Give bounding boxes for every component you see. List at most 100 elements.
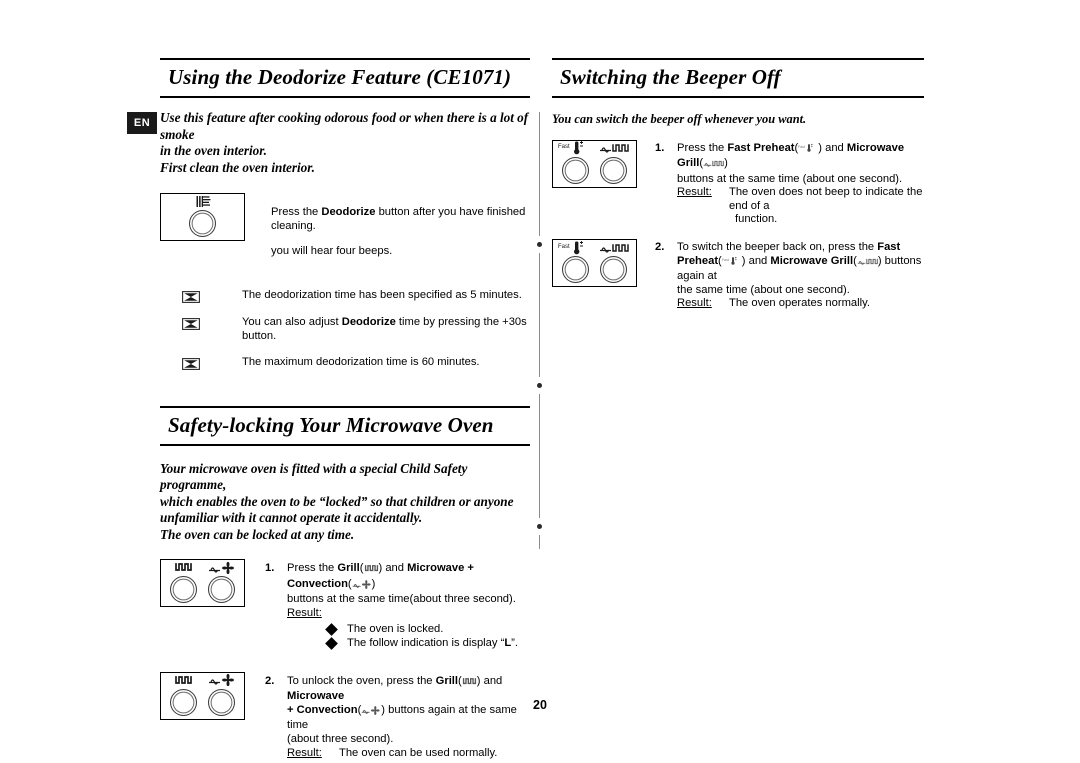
deodorize-intro: Use this feature after cooking odorous f… xyxy=(160,110,530,176)
step-line-1: To switch the beeper back on, press the … xyxy=(677,241,924,255)
deodorize-dial[interactable] xyxy=(189,210,216,237)
fast-preheat-icon: Fast xyxy=(798,143,818,158)
section-heading-beeper: Switching the Beeper Off xyxy=(552,58,924,98)
intro-line: Use this feature after cooking odorous f… xyxy=(160,110,529,142)
microwave-convection-icon xyxy=(208,560,236,575)
grill-dial[interactable] xyxy=(169,576,197,604)
instruction-line-2: you will hear four beeps. xyxy=(271,244,393,257)
bullet-pre: The follow indication is display “ xyxy=(347,636,505,649)
text-pre: Press the xyxy=(677,141,728,154)
text-mid: ) and xyxy=(818,141,847,154)
microwave-grill-icon xyxy=(857,257,878,271)
fast-preheat-dial[interactable] xyxy=(561,256,589,284)
step-text: 2. To unlock the oven, press the Grill()… xyxy=(257,672,530,761)
result-label-text: Result: xyxy=(287,607,322,619)
result-label-text: Result: xyxy=(677,297,712,310)
text-mid: ) and xyxy=(476,674,503,687)
diamond-bullet-icon xyxy=(325,636,338,650)
section-title: Safety-locking Your Microwave Oven xyxy=(168,412,494,437)
result-line: Result: The oven does not beep to indicat… xyxy=(677,186,924,213)
diamond-bullet-icon xyxy=(325,622,338,636)
manual-page: EN Using the Deodorize Feature (CE1071) … xyxy=(0,0,1080,763)
bullet-text: The follow indication is display “L”. xyxy=(347,636,518,650)
note-text: The maximum deodorization time is 60 min… xyxy=(200,356,480,370)
intro-line: First clean the oven interior. xyxy=(160,159,315,175)
intro-line: in the oven interior. xyxy=(160,143,267,158)
text-pre: Press the xyxy=(287,562,338,575)
note-rect-icon xyxy=(182,317,200,330)
text-mid: ) xyxy=(724,157,728,170)
note-pre: The deodorization time has been specifie… xyxy=(242,289,522,302)
text-mid: ) xyxy=(371,577,376,590)
intro-line: unfamiliar with it cannot operate it acc… xyxy=(160,510,423,526)
text-bold: Microwave Grill xyxy=(770,254,854,267)
note-pre: The maximum deodorization time is 60 min… xyxy=(242,356,480,369)
microwave-grill-dial[interactable] xyxy=(600,156,628,184)
step-number: 1. xyxy=(655,141,665,154)
text-bold: Fast xyxy=(877,241,901,254)
microwave-grill-dial[interactable] xyxy=(600,256,628,284)
svg-text:Fast: Fast xyxy=(558,244,570,250)
note-row: You can also adjust Deodorize time by pr… xyxy=(160,316,530,343)
result-label: Result: xyxy=(287,607,530,621)
beeper-intro: You can switch the beeper off whenever y… xyxy=(552,111,924,128)
text-pre: To unlock the oven, press the xyxy=(287,674,436,687)
intro-line: You can switch the beeper off whenever y… xyxy=(552,112,807,126)
note-row: The maximum deodorization time is 60 min… xyxy=(160,356,530,371)
microwave-grill-icon xyxy=(703,159,724,173)
result-line: Result: The oven operates normally. xyxy=(677,297,924,311)
microwave-convection-dial[interactable] xyxy=(208,576,236,604)
bullet-text: The oven is locked. xyxy=(347,622,443,636)
section-heading-safety-lock: Safety-locking Your Microwave Oven xyxy=(160,405,530,446)
step-number: 2. xyxy=(655,241,665,254)
text-bold: Deodorize xyxy=(321,206,376,219)
result-text-cont: function. xyxy=(735,213,778,226)
language-badge: EN xyxy=(127,112,157,134)
step-text: 1. Press the Grill() and Microwave + Con… xyxy=(257,559,530,650)
note-rect-icon xyxy=(182,357,200,371)
result-bullet-list: The oven is locked. The follow indicatio… xyxy=(325,622,530,650)
step-number: 1. xyxy=(265,562,275,575)
microwave-grill-icon xyxy=(599,141,629,156)
bullet-post: ”. xyxy=(511,636,519,649)
svg-text:Fast: Fast xyxy=(798,145,805,149)
safety-lock-step-1: 1. Press the Grill() and Microwave + Con… xyxy=(160,559,530,650)
section-title: Using the Deodorize Feature (CE1071) xyxy=(168,65,512,89)
note-bold: Deodorize xyxy=(341,315,396,328)
text-pre: Press the xyxy=(271,206,322,219)
deodorize-symbol-icon xyxy=(194,194,211,209)
text-pre: To switch the beeper back on, press the xyxy=(677,241,878,254)
step-number: 2. xyxy=(265,674,275,687)
text-bold: Grill xyxy=(337,562,360,575)
text-bold: Grill xyxy=(435,674,459,687)
text-mid: ) and xyxy=(378,562,408,575)
note-text: The deodorization time has been specifie… xyxy=(200,289,522,303)
grill-convection-button-panel xyxy=(160,559,245,608)
page-number: 20 xyxy=(533,698,547,712)
note-pre: You can also adjust xyxy=(242,315,342,328)
right-column: Switching the Beeper Off You can switch … xyxy=(552,58,924,311)
list-item: The oven is locked. xyxy=(325,622,530,636)
fast-preheat-microwave-grill-panel: Fast xyxy=(552,239,637,288)
text-bold: Fast Preheat xyxy=(727,141,795,154)
fast-preheat-icon: Fast xyxy=(722,256,742,271)
result-line: Result: The oven can be used normally. xyxy=(287,747,530,761)
fast-preheat-dial[interactable] xyxy=(561,156,589,184)
note-text: You can also adjust Deodorize time by pr… xyxy=(200,316,530,343)
intro-line: The oven can be locked at any time. xyxy=(160,526,355,542)
safety-lock-step-2: 2. To unlock the oven, press the Grill()… xyxy=(160,671,530,761)
note-rect-icon xyxy=(182,290,200,304)
microwave-grill-icon xyxy=(599,240,629,255)
step-line-3: (about three second). xyxy=(287,732,394,745)
grill-icon xyxy=(462,677,477,691)
text-bold: Preheat xyxy=(677,254,719,267)
bullet-pre: The oven is locked. xyxy=(347,622,444,635)
grill-convection-button-panel xyxy=(160,671,245,720)
step-line-1: Press the Fast Preheat(Fast) and Microwa… xyxy=(677,142,924,173)
beeper-step-2: Fast 2. To switch the beeper back on, pr… xyxy=(552,239,924,311)
step-line-2: Preheat(Fast) and Microwave Grill() butt… xyxy=(677,255,924,284)
column-divider xyxy=(537,112,542,552)
svg-text:Fast: Fast xyxy=(722,258,729,262)
result-label-text: Result: xyxy=(287,746,322,759)
beeper-step-1: Fast 1. Press the Fast Preheat(Fast) a… xyxy=(552,139,924,228)
